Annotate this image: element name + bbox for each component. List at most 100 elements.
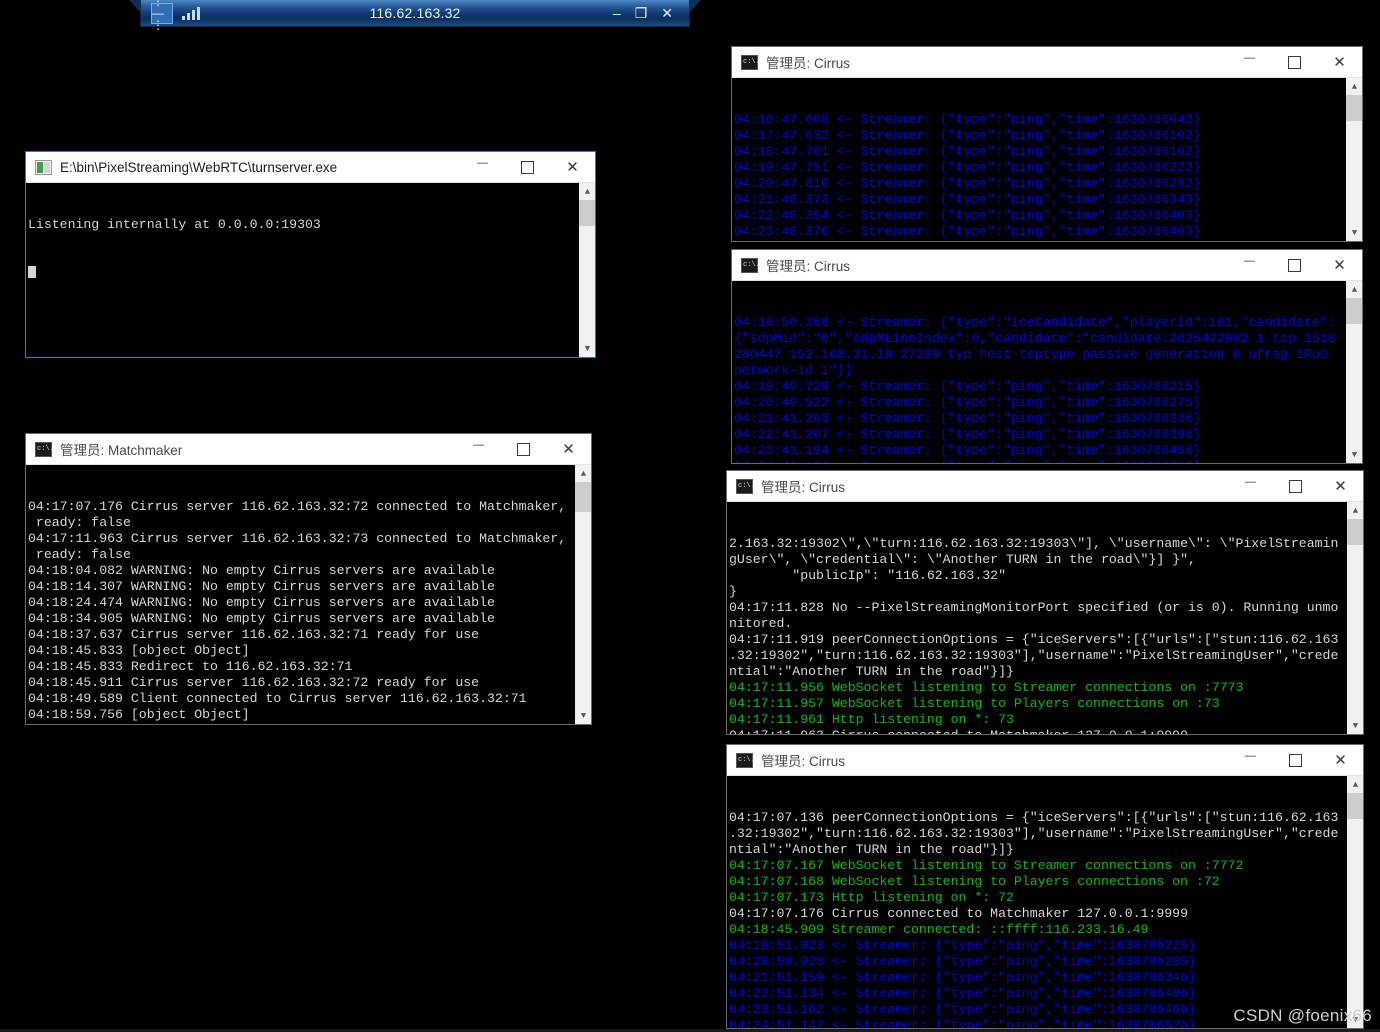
- app-icon: [35, 159, 52, 175]
- window-controls-cirrus-4: [1228, 745, 1363, 775]
- maximize-button[interactable]: [505, 152, 550, 182]
- titlebar-cirrus-4[interactable]: 管理员: Cirrus: [727, 745, 1363, 776]
- close-button[interactable]: [1318, 471, 1363, 501]
- desktop-background: ⋮—⋮ 116.62.163.32 – ❐ ✕ E:\bin\PixelStre…: [0, 0, 1380, 1032]
- minimize-button[interactable]: [456, 434, 501, 464]
- scrollbar-thumb[interactable]: [575, 482, 591, 512]
- close-button[interactable]: [550, 152, 595, 182]
- titlebar-cirrus-1[interactable]: 管理员: Cirrus: [732, 47, 1362, 78]
- window-controls-turnserver: [460, 152, 595, 182]
- scrollbar-turnserver[interactable]: ▲ ▼: [578, 183, 595, 357]
- minimize-button[interactable]: [1228, 745, 1273, 775]
- console-line: 04:18:34.905 WARNING: No empty Cirrus se…: [28, 611, 495, 626]
- minimize-button[interactable]: [1228, 471, 1273, 501]
- scroll-up-icon[interactable]: ▲: [1346, 281, 1362, 298]
- console-line: 04:24:48.374 <- Streamer: {"type":"ping"…: [734, 240, 1362, 241]
- console-line: 04:20:40.922 <- Streamer: {"type":"ping"…: [734, 395, 1201, 410]
- scrollbar-thumb[interactable]: [1346, 95, 1362, 121]
- scroll-down-icon[interactable]: ▼: [579, 340, 595, 357]
- console-line: 04:17:47.632 <- Streamer: {"type":"ping"…: [734, 128, 1201, 143]
- titlebar-turnserver[interactable]: E:\bin\PixelStreaming\WebRTC\turnserver.…: [26, 152, 595, 183]
- console-line: 04:22:51.134 <- Streamer: {"type":"ping"…: [729, 986, 1196, 1001]
- maximize-button[interactable]: [1273, 745, 1318, 775]
- scroll-up-icon[interactable]: ▲: [579, 183, 595, 200]
- scrollbar-thumb[interactable]: [1347, 793, 1363, 819]
- console-line: 04:20:47.810 <- Streamer: {"type":"ping"…: [734, 176, 1201, 191]
- console-line: 04:23:41.194 <- Streamer: {"type":"ping"…: [734, 443, 1201, 458]
- minimize-button[interactable]: [1227, 250, 1272, 280]
- maximize-button[interactable]: [1272, 47, 1317, 77]
- scroll-down-icon[interactable]: ▼: [1346, 446, 1362, 463]
- console-lines: Listening internally at 0.0.0.0:19303: [28, 217, 595, 233]
- scroll-up-icon[interactable]: ▲: [1346, 78, 1362, 95]
- terminal-cursor: [28, 266, 36, 278]
- console-line: 04:17:11.961 Http listening on *: 73: [729, 712, 1014, 727]
- window-title-cirrus-2: 管理员: Cirrus: [766, 259, 850, 274]
- watermark: CSDN @foenix66: [1233, 1006, 1372, 1025]
- titlebar-matchmaker[interactable]: 管理员: Matchmaker: [26, 434, 591, 465]
- close-button[interactable]: [546, 434, 591, 464]
- window-matchmaker[interactable]: 管理员: Matchmaker 04:17:07.176 Cirrus serv…: [25, 433, 592, 725]
- console-line: .32:19302","turn:116.62.163.32:19303"],"…: [729, 826, 1339, 841]
- minimize-button[interactable]: [1227, 47, 1272, 77]
- console-output-cirrus-1: 04:16:47.608 <- Streamer: {"type":"ping"…: [732, 78, 1362, 241]
- titlebar-cirrus-3[interactable]: 管理员: Cirrus: [727, 471, 1363, 502]
- console-line: 04:17:11.828 No --PixelStreamingMonitorP…: [729, 600, 1339, 615]
- scrollbar-thumb[interactable]: [1346, 298, 1362, 324]
- window-cirrus-3[interactable]: 管理员: Cirrus 2.163.32:19302\",\"turn:116.…: [726, 470, 1364, 735]
- console-output-cirrus-2: 04:18:50.268 <- Streamer: {"type":"iceCa…: [732, 281, 1362, 463]
- console-line: 04:18:37.637 Cirrus server 116.62.163.32…: [28, 627, 480, 642]
- console-line: 04:17:07.176 Cirrus connected to Matchma…: [729, 906, 1188, 921]
- console-line: 04:18:45.909 Streamer connected: ::ffff:…: [729, 922, 1149, 937]
- window-title-cirrus-1: 管理员: Cirrus: [766, 56, 850, 71]
- scrollbar-cirrus-4[interactable]: ▲ ▼: [1346, 776, 1363, 1028]
- scroll-down-icon[interactable]: ▼: [1347, 717, 1363, 734]
- console-line: 04:18:59.756 [object Object]: [28, 707, 250, 722]
- console-output-cirrus-4: 04:17:07.136 peerConnectionOptions = {"i…: [727, 776, 1363, 1028]
- minimize-button[interactable]: [460, 152, 505, 182]
- scrollbar-cirrus-1[interactable]: ▲ ▼: [1345, 78, 1362, 241]
- cmd-icon: [741, 54, 760, 70]
- console-line: ntial":"Another TURN in the road"}]}: [729, 664, 1014, 679]
- window-cirrus-4[interactable]: 管理员: Cirrus 04:17:07.136 peerConnectionO…: [726, 744, 1364, 1029]
- scroll-down-icon[interactable]: ▼: [575, 707, 591, 724]
- maximize-button[interactable]: [1273, 471, 1318, 501]
- scroll-down-icon[interactable]: ▼: [1346, 224, 1362, 241]
- maximize-button[interactable]: [1272, 250, 1317, 280]
- scroll-up-icon[interactable]: ▲: [575, 465, 591, 482]
- close-button[interactable]: [1317, 47, 1362, 77]
- close-button[interactable]: [1317, 250, 1362, 280]
- scrollbar-cirrus-3[interactable]: ▲ ▼: [1346, 502, 1363, 734]
- scrollbar-thumb[interactable]: [1347, 519, 1363, 545]
- window-cirrus-1[interactable]: 管理员: Cirrus 04:16:47.608 <- Streamer: {"…: [731, 46, 1363, 242]
- console-line: 04:18:45.833 Redirect to 116.62.163.32:7…: [28, 659, 353, 674]
- console-line: ntial":"Another TURN in the road"}]}: [729, 842, 1014, 857]
- console-line: 04:22:41.207 <- Streamer: {"type":"ping"…: [734, 427, 1201, 442]
- scrollbar-matchmaker[interactable]: ▲ ▼: [574, 465, 591, 724]
- console-line: 04:18:49.589 Client connected to Cirrus …: [28, 691, 527, 706]
- rdp-close-button[interactable]: ✕: [661, 6, 673, 20]
- window-title-cirrus-4: 管理员: Cirrus: [761, 754, 845, 769]
- rdp-minimize-button[interactable]: –: [613, 6, 621, 20]
- titlebar-cirrus-2[interactable]: 管理员: Cirrus: [732, 250, 1362, 281]
- console-lines: 04:18:50.268 <- Streamer: {"type":"iceCa…: [734, 315, 1362, 463]
- console-line: {"sdpMid":"0","sdpMLineIndex":0,"candida…: [734, 331, 1336, 346]
- close-button[interactable]: [1318, 745, 1363, 775]
- rdp-restore-button[interactable]: ❐: [635, 6, 648, 20]
- console-output-matchmaker: 04:17:07.176 Cirrus server 116.62.163.32…: [26, 465, 591, 724]
- console-line: nitored.: [729, 616, 793, 631]
- window-cirrus-2[interactable]: 管理员: Cirrus 04:18:50.268 <- Streamer: {"…: [731, 249, 1363, 464]
- console-line: 04:21:51.159 <- Streamer: {"type":"ping"…: [729, 970, 1196, 985]
- scrollbar-cirrus-2[interactable]: ▲ ▼: [1345, 281, 1362, 463]
- console-line: 04:16:47.608 <- Streamer: {"type":"ping"…: [734, 112, 1201, 127]
- scroll-up-icon[interactable]: ▲: [1347, 776, 1363, 793]
- window-turnserver[interactable]: E:\bin\PixelStreaming\WebRTC\turnserver.…: [25, 151, 596, 358]
- console-line: 04:23:48.370 <- Streamer: {"type":"ping"…: [734, 224, 1201, 239]
- scroll-up-icon[interactable]: ▲: [1347, 502, 1363, 519]
- scrollbar-thumb[interactable]: [579, 200, 595, 226]
- console-output-cirrus-3: 2.163.32:19302\",\"turn:116.62.163.32:19…: [727, 502, 1363, 734]
- window-title-matchmaker: 管理员: Matchmaker: [60, 443, 183, 458]
- maximize-button[interactable]: [501, 434, 546, 464]
- console-line: "publicIp": "116.62.163.32": [729, 568, 1006, 583]
- console-line: 04:17:07.167 WebSocket listening to Stre…: [729, 858, 1244, 873]
